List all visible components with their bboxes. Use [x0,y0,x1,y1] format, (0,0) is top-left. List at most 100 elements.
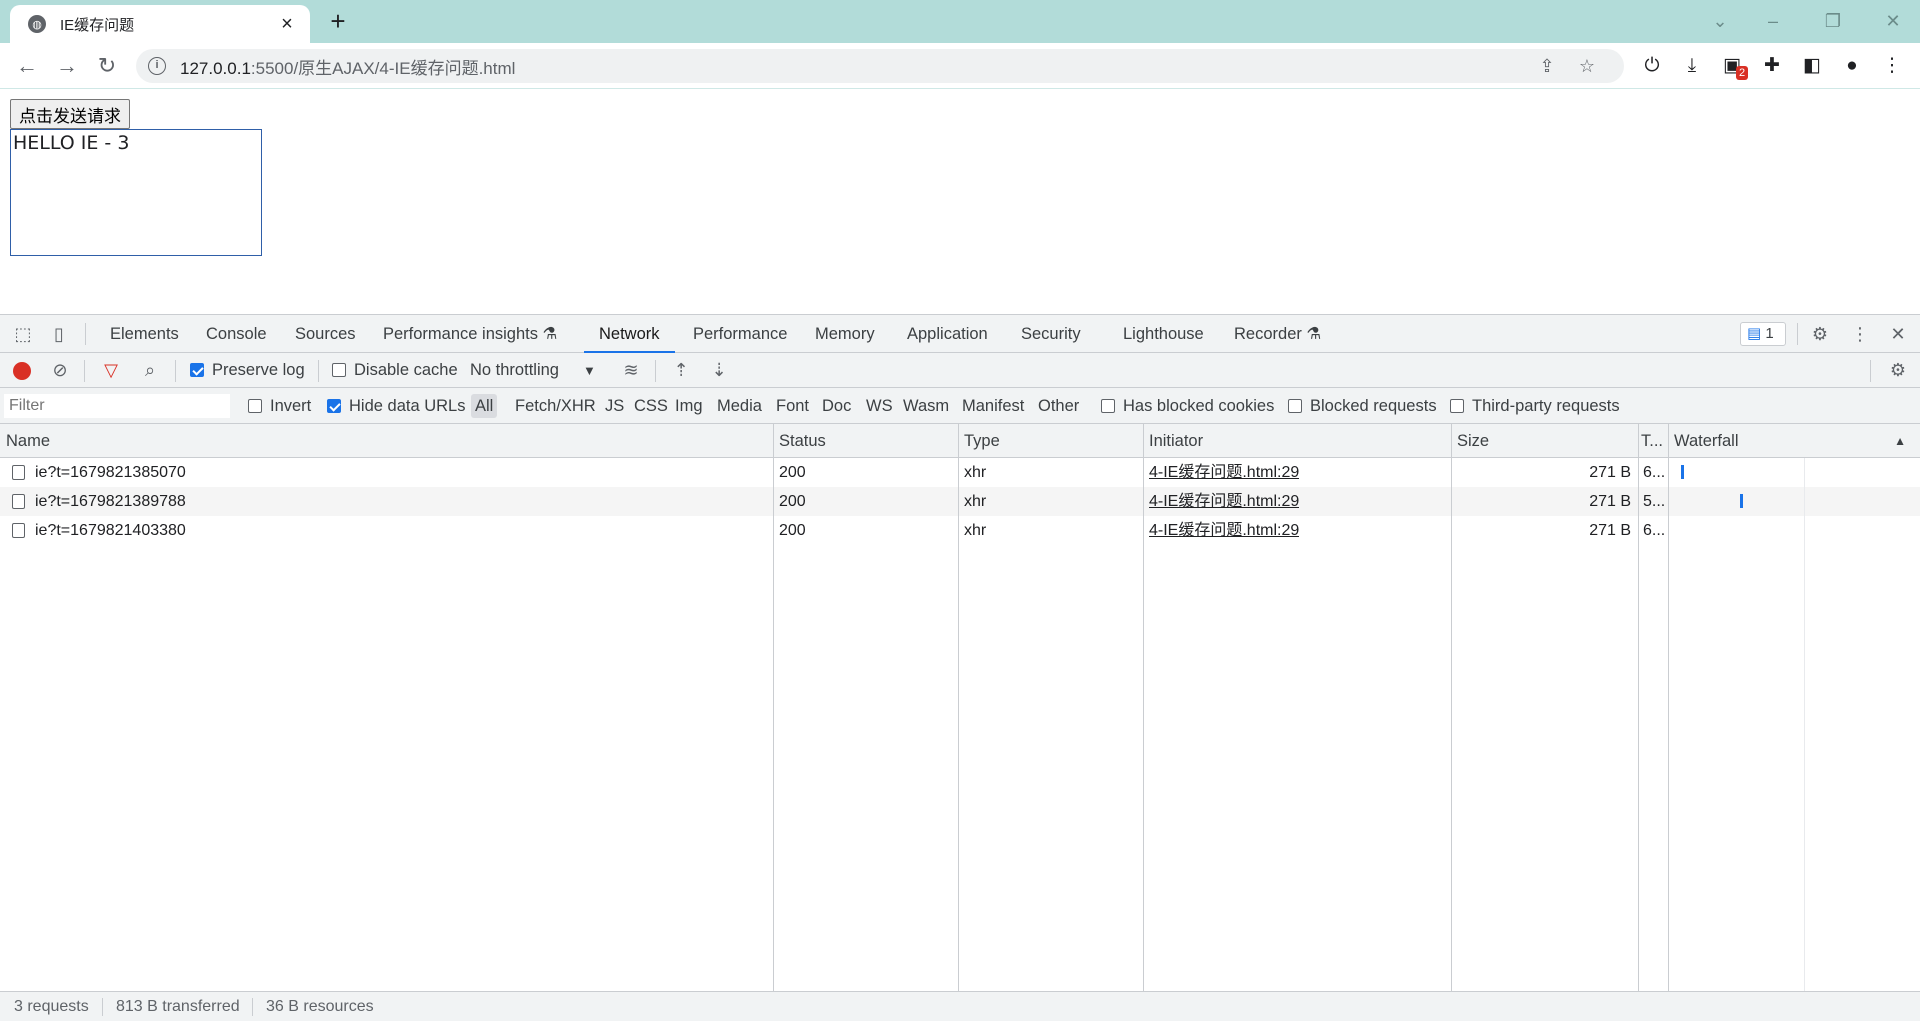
request-initiator[interactable]: 4-IE缓存问题.html:29 [1149,516,1299,545]
column-header-status[interactable]: Status [773,424,958,458]
column-divider[interactable] [1451,424,1452,991]
column-header-type[interactable]: Type [958,424,1143,458]
settings-gear-icon[interactable]: ⚙ [1807,321,1833,347]
preserve-log-checkbox[interactable]: Preserve log [190,353,305,388]
row-checkbox[interactable] [12,465,25,480]
filter-type-all[interactable]: All [471,394,498,418]
tab-search-icon[interactable]: ⌄ [1700,6,1740,36]
window-close-button[interactable]: ✕ [1873,6,1913,36]
profile-avatar-icon[interactable]: ● [1839,53,1865,79]
tab-memory[interactable]: Memory [815,315,875,353]
filter-type-doc[interactable]: Doc [822,388,851,424]
search-icon[interactable]: ⌕ [137,357,163,383]
filter-type-css[interactable]: CSS [634,388,668,424]
hide-data-urls-checkbox[interactable]: Hide data URLs [327,388,465,424]
device-toolbar-icon[interactable]: ▯ [46,321,72,347]
table-row[interactable]: ie?t=1679821385070 200 xhr 4-IE缓存问题.html… [0,458,1920,487]
new-tab-button[interactable]: + [324,8,352,36]
column-header-name[interactable]: Name [0,424,773,458]
filter-type-font[interactable]: Font [776,388,809,424]
network-conditions-icon[interactable]: ≋ [618,357,644,383]
tab-sources[interactable]: Sources [295,315,356,353]
forward-button[interactable]: → [52,51,82,81]
network-settings-icon[interactable]: ⚙ [1885,357,1911,383]
share-icon[interactable]: ⇪ [1536,55,1558,77]
filter-type-ws[interactable]: WS [866,388,893,424]
export-har-icon[interactable]: ⇣ [706,357,732,383]
column-divider[interactable] [958,424,959,991]
menu-more-icon[interactable]: ⋮ [1879,53,1905,79]
filter-type-img[interactable]: Img [675,388,703,424]
request-size: 271 B [1589,493,1631,510]
globe-icon: ◍ [28,15,46,33]
clear-icon[interactable]: ⊘ [47,357,73,383]
filter-icon[interactable]: ▽ [98,357,124,383]
address-bar[interactable]: i 127.0.0.1:5500/原生AJAX/4-IE缓存问题.html ⇪ … [136,49,1624,83]
column-divider[interactable] [1638,424,1639,991]
extension-badge: 2 [1736,66,1749,80]
more-options-icon[interactable]: ⋮ [1847,321,1873,347]
close-tab-icon[interactable]: × [276,13,298,36]
tab-network[interactable]: Network [584,315,675,353]
column-header-waterfall[interactable]: Waterfall ▲ [1668,424,1920,458]
filter-type-wasm[interactable]: Wasm [903,388,949,424]
tab-console[interactable]: Console [206,315,267,353]
request-initiator[interactable]: 4-IE缓存问题.html:29 [1149,458,1299,487]
column-divider[interactable] [773,424,774,991]
minimize-button[interactable]: – [1753,6,1793,36]
column-header-initiator[interactable]: Initiator [1143,424,1451,458]
checkbox-icon [1101,399,1115,413]
page-viewport: 点击发送请求 HELLO IE - 3 [0,90,1920,314]
request-status: 200 [779,464,806,481]
checkbox-icon [332,363,346,377]
filter-type-media[interactable]: Media [717,388,762,424]
close-devtools-icon[interactable]: ✕ [1885,321,1911,347]
filter-input[interactable] [4,394,230,418]
tab-performance[interactable]: Performance [693,315,787,353]
column-header-time[interactable]: T... [1638,424,1668,458]
column-divider[interactable] [1668,424,1669,991]
tab-recorder[interactable]: Recorder ⚗ [1234,315,1321,353]
filter-type-fetch-xhr[interactable]: Fetch/XHR [515,388,596,424]
record-icon[interactable] [13,362,31,380]
download-icon[interactable]: ⤓ [1679,53,1705,79]
tab-elements[interactable]: Elements [110,315,179,353]
blocked-requests-checkbox[interactable]: Blocked requests [1288,388,1437,424]
request-type: xhr [964,522,987,539]
power-icon[interactable]: ⏻ [1639,53,1665,79]
request-initiator[interactable]: 4-IE缓存问题.html:29 [1149,487,1299,516]
site-info-icon[interactable]: i [148,57,166,75]
issues-badge[interactable]: ▤ 1 [1740,322,1786,346]
request-time: 6... [1643,464,1666,481]
import-har-icon[interactable]: ⇡ [668,357,694,383]
tab-performance-insights[interactable]: Performance insights ⚗ [383,315,557,353]
bookmark-star-icon[interactable]: ☆ [1576,55,1598,77]
tab-security[interactable]: Security [1021,315,1081,353]
filter-type-manifest[interactable]: Manifest [962,388,1024,424]
tab-lighthouse[interactable]: Lighthouse [1123,315,1204,353]
invert-checkbox[interactable]: Invert [248,388,311,424]
filter-type-js[interactable]: JS [605,388,624,424]
reload-button[interactable]: ↻ [92,51,122,81]
column-header-size[interactable]: Size [1451,424,1638,458]
request-size: 271 B [1589,464,1631,481]
row-checkbox[interactable] [12,494,25,509]
inspect-element-icon[interactable]: ⬚ [10,321,36,347]
has-blocked-cookies-checkbox[interactable]: Has blocked cookies [1101,388,1274,424]
table-row[interactable]: ie?t=1679821403380 200 xhr 4-IE缓存问题.html… [0,516,1920,545]
restore-button[interactable]: ❐ [1813,6,1853,36]
throttling-select[interactable]: No throttling ▼ [470,353,596,388]
back-button[interactable]: ← [12,51,42,81]
third-party-requests-checkbox[interactable]: Third-party requests [1450,388,1620,424]
table-row[interactable]: ie?t=1679821389788 200 xhr 4-IE缓存问题.html… [0,487,1920,516]
row-checkbox[interactable] [12,523,25,538]
column-divider[interactable] [1143,424,1144,991]
extensions-puzzle-icon[interactable]: ✚ [1759,53,1785,79]
disable-cache-checkbox[interactable]: Disable cache [332,353,458,388]
filter-type-other[interactable]: Other [1038,388,1079,424]
request-name: ie?t=1679821403380 [35,522,186,539]
send-request-button[interactable]: 点击发送请求 [10,99,130,129]
tab-application[interactable]: Application [907,315,988,353]
side-panel-icon[interactable]: ◧ [1799,53,1825,79]
browser-tab[interactable]: ◍ IE缓存问题 × [10,5,310,43]
